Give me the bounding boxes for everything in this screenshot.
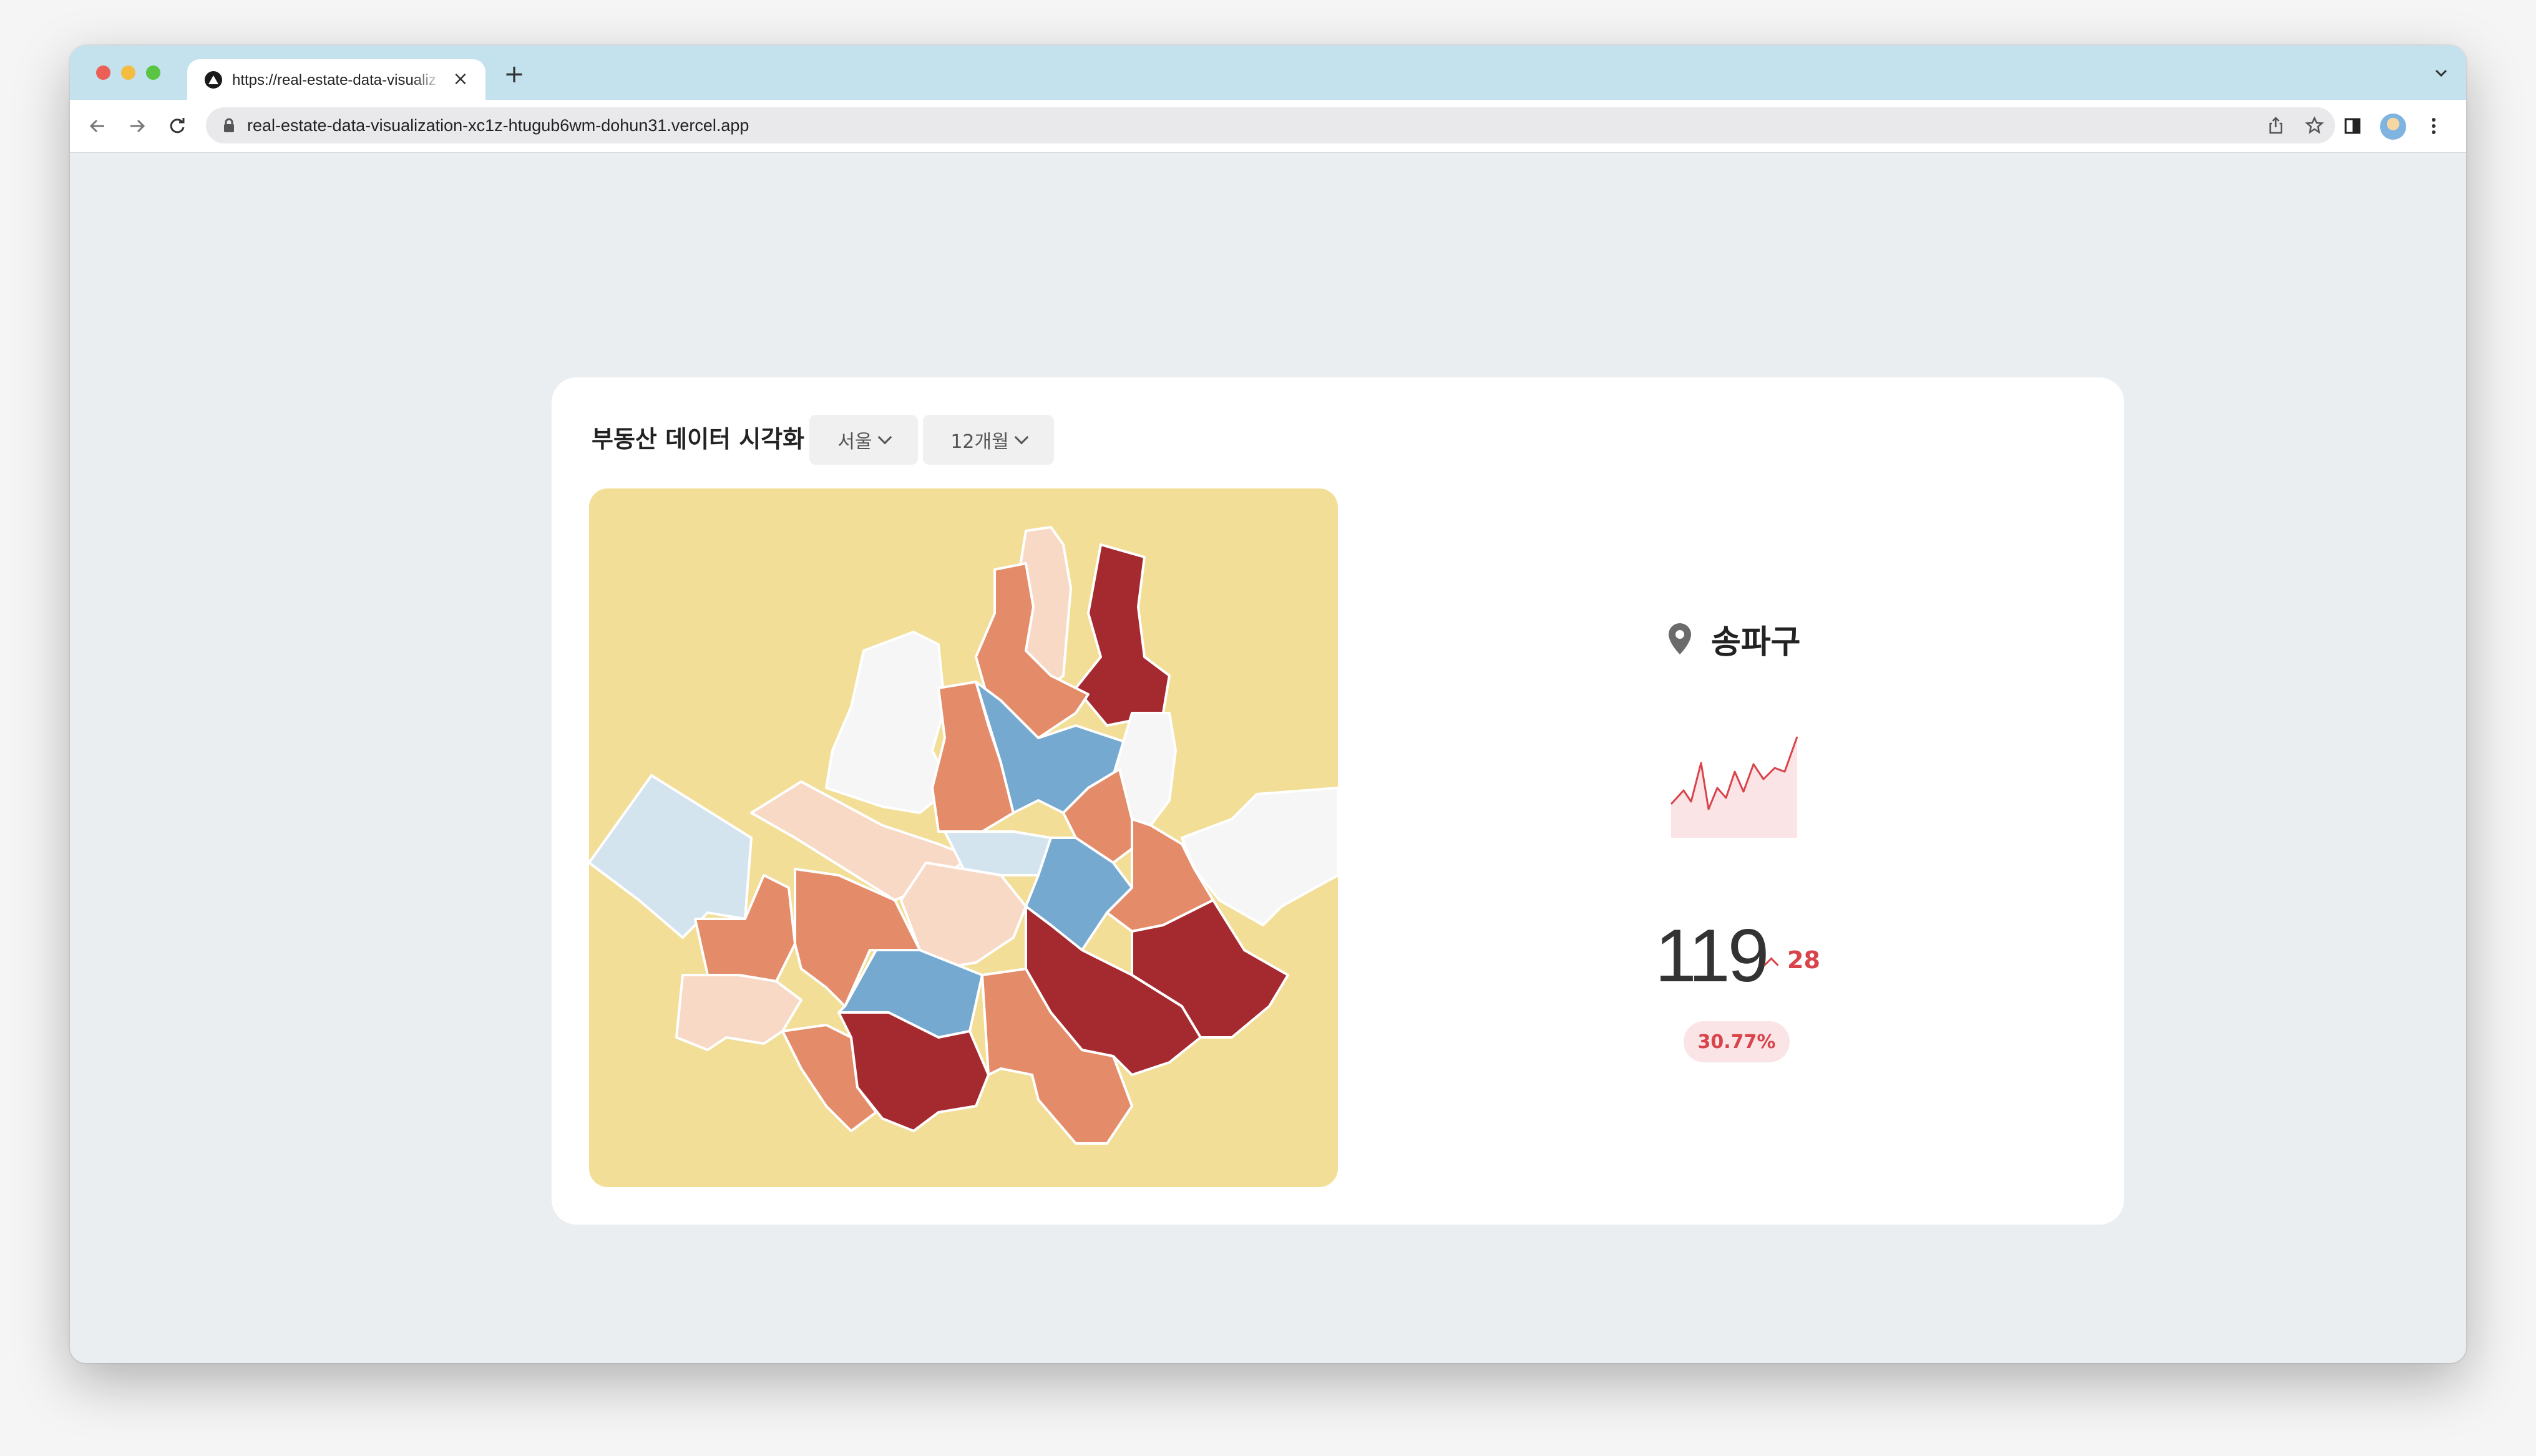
location-pin-icon (1667, 622, 1692, 656)
sparkline-area (1671, 737, 1797, 838)
forward-icon[interactable] (124, 112, 151, 140)
change-percent-badge: 30.77% (1684, 1021, 1790, 1062)
district-nowon[interactable] (1075, 543, 1171, 727)
reload-icon[interactable] (163, 112, 191, 140)
active-tab[interactable]: https://real-estate-data-visualization-x… (187, 59, 485, 100)
tab-search-chevron-icon[interactable] (2431, 63, 2451, 83)
period-select-value: 12개월 (950, 431, 1009, 453)
city-select[interactable]: 서울 (809, 415, 918, 465)
bookmark-star-icon[interactable] (2304, 115, 2324, 135)
url-text: real-estate-data-visualization-xc1z-htug… (247, 116, 749, 135)
close-window-button[interactable] (96, 66, 110, 80)
change-value: 28 (1787, 946, 1820, 974)
tab-close-icon[interactable]: × (449, 68, 472, 90)
new-tab-button[interactable]: + (500, 61, 528, 88)
tab-title: https://real-estate-data-visualization-x… (232, 72, 436, 89)
chevron-down-icon (877, 430, 892, 445)
period-select[interactable]: 12개월 (923, 415, 1054, 465)
transaction-count: 119 (1655, 914, 1769, 997)
page-title: 부동산 데이터 시각화 (592, 425, 805, 453)
chevron-down-icon (1014, 430, 1029, 445)
browser-toolbar: real-estate-data-visualization-xc1z-htug… (70, 100, 2466, 153)
back-icon[interactable] (84, 112, 111, 140)
district-gangseo[interactable] (589, 774, 753, 939)
address-bar[interactable]: real-estate-data-visualization-xc1z-htug… (206, 107, 2335, 143)
share-icon[interactable] (2266, 116, 2285, 135)
selected-district-name: 송파구 (1711, 624, 1801, 661)
dashboard-card: 부동산 데이터 시각화 서울 12개월 송파구 119 28 30.77% (552, 377, 2124, 1225)
trend-sparkline (1670, 736, 1798, 838)
seoul-choropleth-map (589, 488, 1338, 1187)
menu-kebab-icon[interactable] (2422, 115, 2445, 137)
vercel-icon (205, 71, 222, 89)
lock-icon (221, 117, 237, 133)
browser-window: https://real-estate-data-visualization-x… (70, 46, 2466, 1363)
minimize-window-button[interactable] (121, 66, 135, 80)
profile-avatar[interactable] (2380, 114, 2406, 140)
city-select-value: 서울 (837, 431, 872, 453)
side-panel-icon[interactable] (2341, 115, 2364, 137)
tab-strip: https://real-estate-data-visualization-x… (70, 46, 2466, 100)
district-guro[interactable] (675, 974, 802, 1051)
maximize-window-button[interactable] (146, 66, 160, 80)
